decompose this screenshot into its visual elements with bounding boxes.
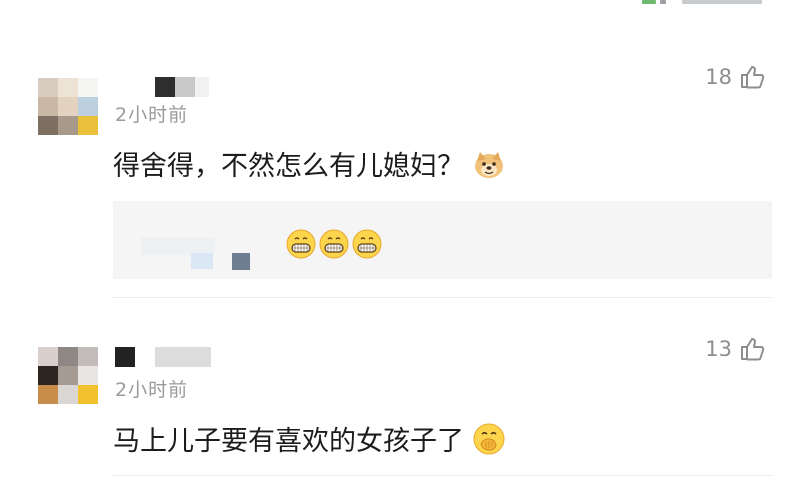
like-button[interactable]: 13 [705,335,766,363]
reply-emojis [285,228,383,260]
comment-time: 2小时前 [115,379,189,401]
like-button[interactable]: 18 [705,63,766,91]
doge-emoji [475,151,503,178]
comment-text: 得舍得，不然怎么有儿媳妇？ [113,144,506,183]
grin-emoji [286,229,316,259]
username-blurred[interactable] [155,77,209,97]
reply-box[interactable] [113,201,772,279]
reply-username-blurred [191,253,213,269]
like-count: 13 [705,337,732,361]
comment-text: 马上儿子要有喜欢的女孩子了 [113,419,506,458]
avatar[interactable] [38,347,98,404]
comment-time: 2小时前 [115,104,189,126]
comment-item: 2小时前 18 得舍得，不然怎么有儿媳妇？ [0,60,800,300]
like-count: 18 [705,65,732,89]
avatar[interactable] [38,78,98,135]
hand-over-mouth-emoji [473,423,505,454]
username-blurred[interactable] [115,347,211,367]
divider [113,475,772,476]
divider [113,297,772,298]
grin-emoji [352,229,382,259]
grin-emoji [319,229,349,259]
top-cropped-strip [642,0,772,6]
thumbs-up-outline-icon [741,66,765,89]
thumbs-up-outline-icon [741,338,765,361]
comment-item: 2小时前 13 马上儿子要有喜欢的女孩子了 [0,335,800,488]
reply-username-blurred [232,253,250,270]
